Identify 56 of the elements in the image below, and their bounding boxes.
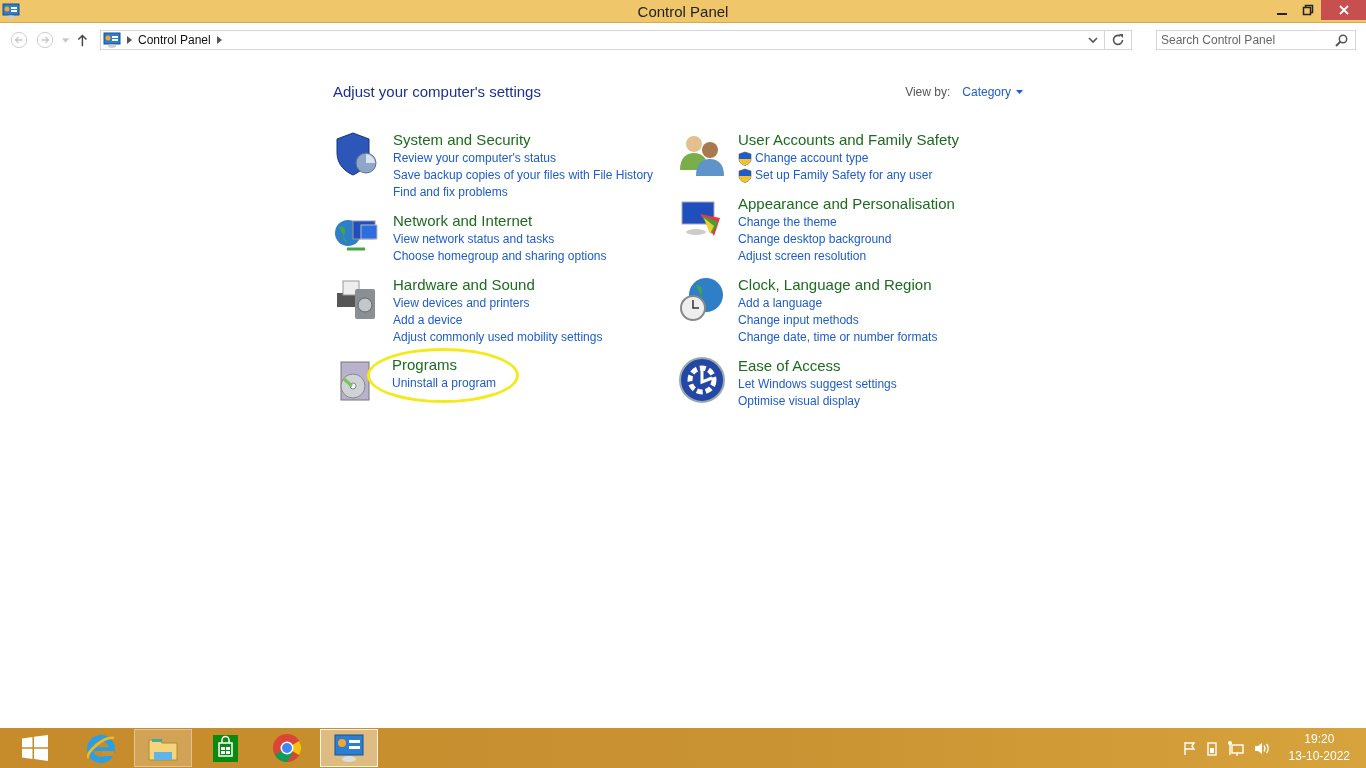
control-panel-icon[interactable] — [320, 729, 378, 767]
restore-icon — [1302, 4, 1314, 16]
category-link[interactable]: User Accounts and Family Safety — [738, 130, 959, 150]
task-link[interactable]: Adjust screen resolution — [738, 248, 867, 265]
close-icon — [1337, 4, 1350, 16]
task-link[interactable]: Review your computer's status — [393, 150, 557, 167]
address-bar[interactable]: Control Panel — [100, 30, 1132, 50]
accessibility-dial-icon[interactable] — [678, 356, 726, 404]
close-button[interactable] — [1321, 0, 1366, 20]
time-label: 19:20 — [1304, 731, 1335, 748]
view-by-label: View by: — [905, 84, 951, 99]
category-link[interactable]: System and Security — [393, 130, 654, 150]
chevron-right-icon[interactable] — [216, 36, 222, 44]
speaker-icon[interactable] — [1253, 740, 1271, 756]
task-link[interactable]: Let Windows suggest settings — [738, 376, 897, 393]
date-label: 13-10-2022 — [1288, 748, 1350, 765]
category-link[interactable]: Appearance and Personalisation — [738, 194, 955, 214]
task-link[interactable]: Optimise visual display — [738, 393, 861, 410]
task-link[interactable]: Change date, time or number formats — [738, 329, 938, 346]
caret-icon — [1016, 89, 1023, 94]
task-link[interactable]: Change account type — [755, 150, 869, 167]
task-link[interactable]: View network status and tasks — [393, 231, 555, 248]
category-link[interactable]: Programs — [392, 355, 497, 375]
view-by-dropdown[interactable]: Category — [962, 84, 1023, 99]
task-link[interactable]: Change the theme — [738, 214, 837, 231]
breadcrumb[interactable]: Control Panel — [138, 33, 211, 47]
task-link[interactable]: Change desktop background — [738, 231, 892, 248]
task-link[interactable]: Uninstall a program — [392, 375, 497, 392]
window-title: Control Panel — [637, 2, 729, 20]
up-arrow-icon[interactable] — [77, 33, 88, 47]
globe-clock-icon[interactable] — [678, 275, 726, 323]
category-link[interactable]: Network and Internet — [393, 211, 607, 231]
control-panel-icon — [103, 32, 121, 48]
minimize-icon — [1277, 13, 1287, 15]
refresh-icon[interactable] — [1111, 33, 1125, 47]
task-link[interactable]: Add a device — [393, 312, 463, 329]
category-link[interactable]: Hardware and Sound — [393, 275, 603, 295]
category-link[interactable]: Ease of Access — [738, 356, 897, 376]
task-link[interactable]: Choose homegroup and sharing options — [393, 248, 607, 265]
page-heading: Adjust your computer's settings — [333, 83, 542, 100]
search-field[interactable]: Search Control Panel — [1156, 30, 1356, 50]
task-link[interactable]: Adjust commonly used mobility settings — [393, 329, 603, 346]
chevron-down-icon[interactable] — [1088, 36, 1098, 44]
windows-logo-icon[interactable] — [22, 735, 48, 761]
control-panel-icon — [2, 3, 20, 19]
battery-icon[interactable] — [1206, 740, 1217, 756]
category-link[interactable]: Clock, Language and Region — [738, 275, 938, 295]
task-link[interactable]: View devices and printers — [393, 295, 530, 312]
task-link[interactable]: Set up Family Safety for any user — [755, 167, 933, 184]
task-link[interactable]: Save backup copies of your files with File History — [393, 167, 654, 184]
task-link[interactable]: Add a language — [738, 295, 823, 312]
task-link[interactable]: Find and fix problems — [393, 184, 508, 201]
chevron-right-icon[interactable] — [127, 36, 132, 44]
flag-icon[interactable] — [1182, 741, 1197, 755]
search-icon[interactable] — [1335, 34, 1348, 47]
task-link[interactable]: Change input methods — [738, 312, 859, 329]
